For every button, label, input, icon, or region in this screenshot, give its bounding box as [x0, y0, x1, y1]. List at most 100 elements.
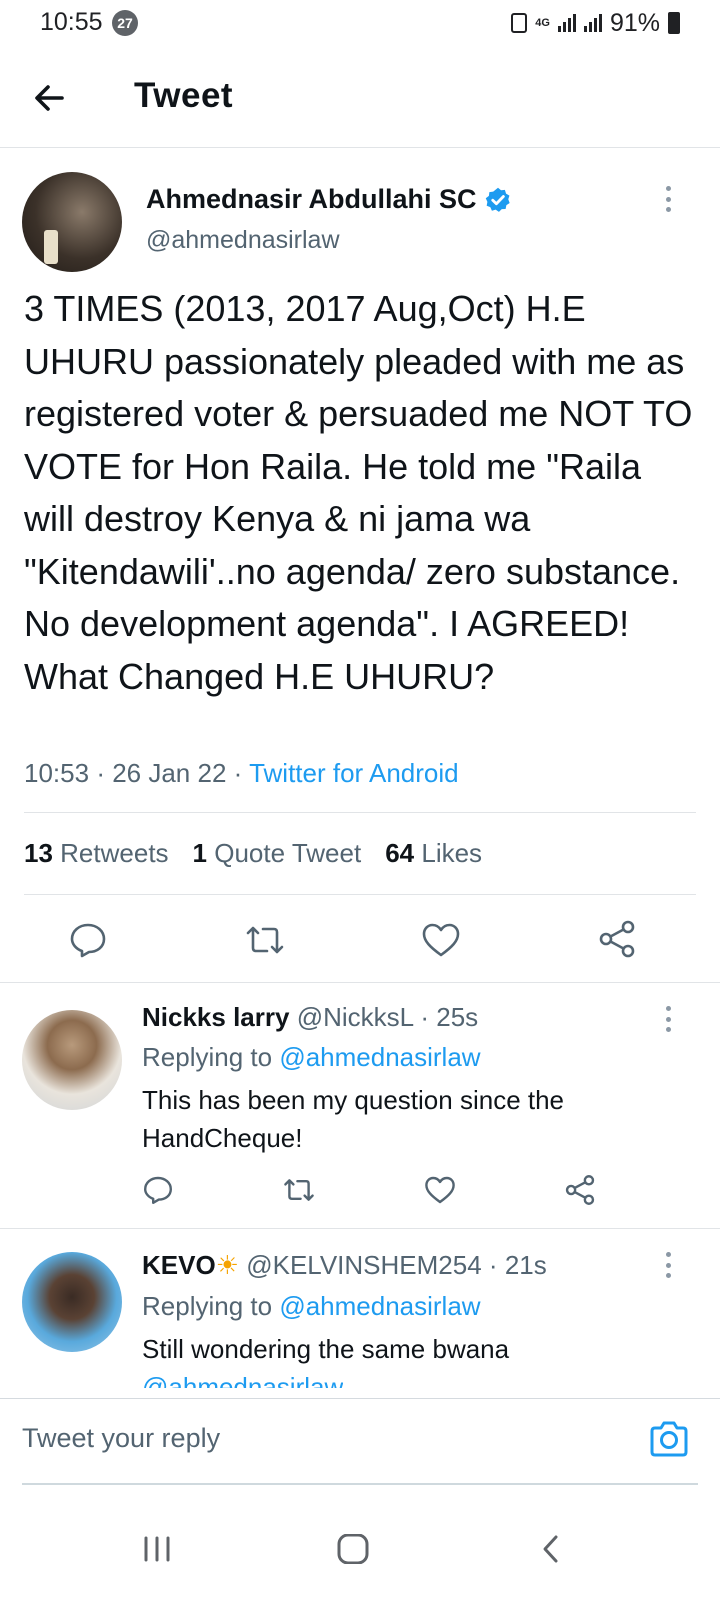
reply-author-handle[interactable]: @KELVINSHEM254: [246, 1250, 481, 1280]
likes-label: Likes: [421, 838, 483, 868]
divider: [24, 812, 696, 813]
dot-icon: [665, 196, 671, 202]
like-button[interactable]: [423, 1174, 457, 1206]
battery-icon: [668, 12, 680, 34]
notification-count-badge: 27: [112, 10, 138, 36]
reply-author-name[interactable]: KEVO: [142, 1250, 216, 1280]
app-header: Tweet: [0, 48, 720, 148]
replying-mention-link[interactable]: @ahmednasirlaw: [279, 1042, 480, 1072]
sun-emoji-icon: ☀: [215, 1250, 239, 1280]
reply-text: This has been my question since the Hand…: [142, 1085, 565, 1153]
page-title: Tweet: [134, 76, 234, 115]
reply-avatar[interactable]: [22, 1252, 122, 1352]
reply-more-button[interactable]: [658, 1248, 678, 1282]
meta-separator: ·: [233, 758, 250, 788]
author-handle[interactable]: @ahmednasirlaw: [146, 226, 340, 255]
reply-text: Still wondering the same bwana: [142, 1334, 510, 1364]
reply-more-button[interactable]: [658, 1002, 678, 1036]
replying-to: Replying to @ahmednasirlaw: [142, 1042, 481, 1073]
divider: [24, 894, 696, 895]
dot-icon: [665, 1016, 671, 1022]
tweet-more-button[interactable]: [658, 182, 678, 216]
replying-label: Replying to: [142, 1291, 273, 1321]
retweet-icon: [246, 926, 284, 954]
likes-stat[interactable]: 64 Likes: [385, 838, 482, 869]
dot-icon: [665, 207, 671, 212]
retweets-stat[interactable]: 13 Retweets: [24, 838, 169, 869]
reply-header: Nickks larry @NickksL · 25s: [142, 1002, 478, 1033]
reply-author-handle[interactable]: @NickksL: [297, 1002, 413, 1032]
signal-icon-2: [583, 14, 602, 32]
tweet-source-link[interactable]: Twitter for Android: [249, 758, 459, 788]
status-bar: 10:55 27 4G 91%: [0, 0, 720, 48]
quotes-label: Quote Tweet: [214, 838, 362, 868]
like-button[interactable]: [420, 920, 462, 960]
reply-composer: Tweet your reply: [0, 1398, 720, 1488]
dot-icon: [665, 186, 671, 191]
divider: [0, 1228, 720, 1229]
reply-icon: [144, 1176, 172, 1204]
tweet-meta: 10:53 · 26 Jan 22 · Twitter for Android: [24, 758, 459, 789]
share-icon: [599, 920, 635, 958]
reply-icon: [70, 923, 106, 958]
camera-icon: [650, 1421, 688, 1457]
tweet-text: 3 TIMES (2013, 2017 Aug,Oct) H.E UHURU p…: [24, 288, 693, 697]
tweet-time: 10:53: [24, 758, 90, 788]
nav-back-button[interactable]: [536, 1534, 566, 1569]
retweet-button[interactable]: [244, 920, 286, 960]
dot-icon: [665, 1273, 671, 1278]
likes-count: 64: [385, 838, 415, 868]
meta-separator: ·: [420, 1002, 437, 1032]
retweet-button[interactable]: [282, 1174, 316, 1206]
system-nav-bar: [0, 1500, 720, 1600]
reply-input[interactable]: Tweet your reply: [22, 1423, 220, 1454]
share-button[interactable]: [563, 1173, 597, 1207]
author-name[interactable]: Ahmednasir Abdullahi SC: [146, 184, 477, 215]
reply-author-name[interactable]: Nickks larry: [142, 1002, 289, 1032]
heart-icon: [422, 923, 460, 957]
divider: [0, 982, 720, 983]
quotes-stat[interactable]: 1 Quote Tweet: [193, 838, 362, 869]
share-icon: [565, 1175, 595, 1205]
reply-avatar[interactable]: [22, 1010, 122, 1110]
chevron-left-icon: [543, 1535, 558, 1563]
network-type-label: 4G: [535, 16, 550, 29]
quotes-count: 1: [192, 838, 208, 868]
home-icon: [337, 1533, 369, 1565]
verified-badge-icon: [485, 187, 510, 212]
recent-apps-icon: [144, 1536, 170, 1562]
dot-icon: [665, 1027, 671, 1032]
camera-button[interactable]: [648, 1419, 690, 1459]
reply-button[interactable]: [68, 920, 108, 960]
reply-mention-link[interactable]: @ahmednasirlaw: [142, 1368, 343, 1388]
back-arrow-icon: [35, 85, 64, 111]
status-time: 10:55: [40, 8, 103, 36]
retweets-label: Retweets: [60, 838, 169, 868]
lock-icon: [511, 13, 528, 33]
reply-age: 25s: [436, 1002, 479, 1032]
reply-age: 21s: [504, 1250, 547, 1280]
tweet-stats: 13 Retweets 1 Quote Tweet 64 Likes: [24, 838, 506, 869]
meta-separator: ·: [96, 758, 113, 788]
signal-icon: [557, 14, 576, 32]
home-button[interactable]: [336, 1533, 370, 1569]
reply-header: KEVO☀ @KELVINSHEM254 · 21s: [142, 1250, 547, 1281]
author-avatar[interactable]: [22, 172, 122, 272]
retweets-count: 13: [24, 838, 53, 868]
replying-label: Replying to: [142, 1042, 273, 1072]
share-button[interactable]: [596, 918, 638, 960]
back-button[interactable]: [28, 76, 72, 120]
battery-percent: 91%: [609, 8, 660, 37]
retweet-icon: [284, 1179, 314, 1201]
dot-icon: [665, 1006, 671, 1011]
meta-separator: ·: [488, 1250, 505, 1280]
dot-icon: [665, 1252, 671, 1257]
replying-mention-link[interactable]: @ahmednasirlaw: [279, 1291, 480, 1321]
reply-button[interactable]: [142, 1174, 174, 1206]
reply-input-underline: [22, 1483, 698, 1485]
tweet-date: 26 Jan 22: [112, 758, 227, 788]
dot-icon: [665, 1262, 671, 1268]
status-icons: 4G 91%: [511, 8, 680, 38]
recent-apps-button[interactable]: [140, 1534, 174, 1569]
replying-to: Replying to @ahmednasirlaw: [142, 1291, 481, 1322]
